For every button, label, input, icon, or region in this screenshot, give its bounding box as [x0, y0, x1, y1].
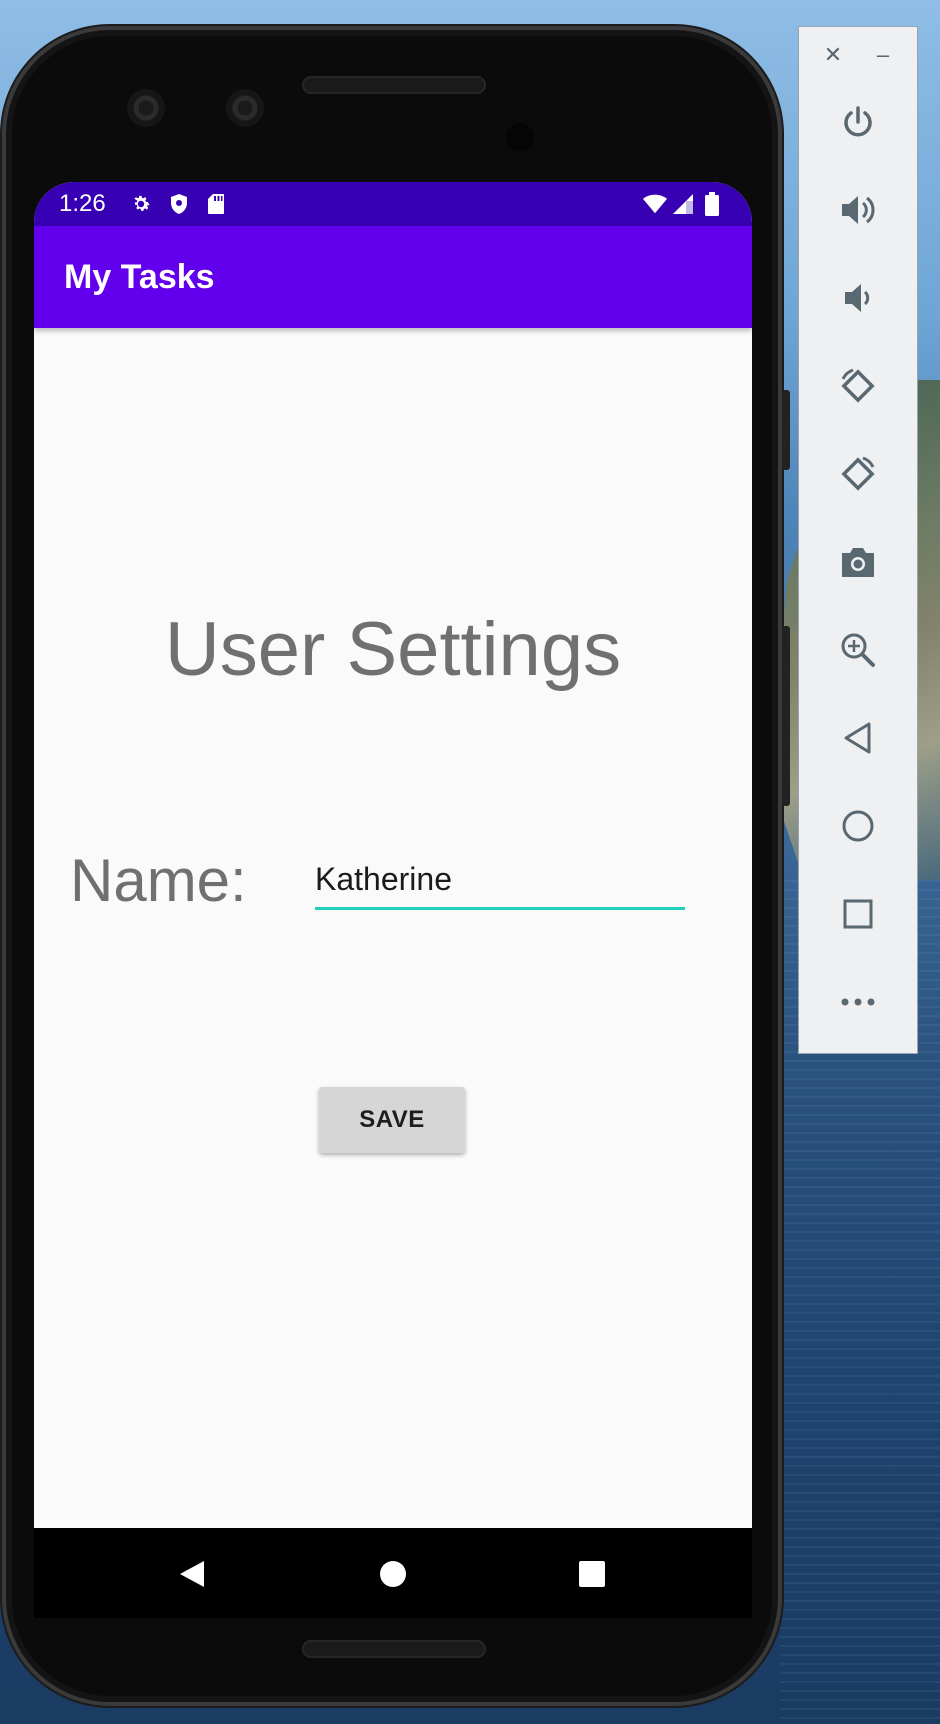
- back-icon[interactable]: [174, 1556, 210, 1592]
- rotate-right-icon[interactable]: [833, 449, 883, 499]
- phone-side-button: [782, 626, 790, 806]
- navigation-bar: [34, 1528, 752, 1618]
- phone-side-button: [782, 390, 790, 470]
- power-icon[interactable]: [833, 97, 883, 147]
- app-title: My Tasks: [64, 258, 215, 296]
- phone-frame: 1:26 My Tasks User Settings Name: Kather…: [2, 26, 790, 1706]
- status-time: 1:26: [59, 190, 106, 217]
- page-title: User Settings: [164, 607, 622, 692]
- emulator-toolbar: ✕ –: [798, 26, 918, 1054]
- app-bar: My Tasks: [34, 226, 752, 328]
- status-bar: 1:26: [34, 182, 752, 226]
- volume-up-icon[interactable]: [833, 185, 883, 235]
- sd-card-icon: [204, 192, 228, 216]
- overview-icon[interactable]: [833, 889, 883, 939]
- zoom-icon[interactable]: [833, 625, 883, 675]
- battery-icon: [700, 192, 724, 216]
- signal-icon: [671, 192, 695, 216]
- recents-icon[interactable]: [574, 1556, 610, 1592]
- back-icon[interactable]: [833, 713, 883, 763]
- front-sensor-icon: [226, 89, 264, 127]
- minimize-icon[interactable]: –: [869, 41, 897, 69]
- front-camera-icon: [506, 123, 534, 151]
- earpiece-speaker: [302, 76, 486, 94]
- volume-down-icon[interactable]: [833, 273, 883, 323]
- more-icon[interactable]: [833, 977, 883, 1027]
- bottom-speaker: [302, 1640, 486, 1658]
- camera-icon[interactable]: [833, 537, 883, 587]
- name-input[interactable]: [315, 858, 685, 910]
- name-label: Name:: [70, 847, 247, 914]
- device-screen: 1:26 My Tasks User Settings Name: Kather…: [34, 182, 752, 1618]
- settings-icon: [129, 192, 153, 216]
- home-icon[interactable]: [375, 1556, 411, 1592]
- rotate-left-icon[interactable]: [833, 361, 883, 411]
- save-button[interactable]: SAVE: [319, 1087, 465, 1153]
- shield-icon: [167, 192, 191, 216]
- wifi-icon: [643, 192, 667, 216]
- home-icon[interactable]: [833, 801, 883, 851]
- front-sensor-icon: [127, 89, 165, 127]
- close-icon[interactable]: ✕: [819, 41, 847, 69]
